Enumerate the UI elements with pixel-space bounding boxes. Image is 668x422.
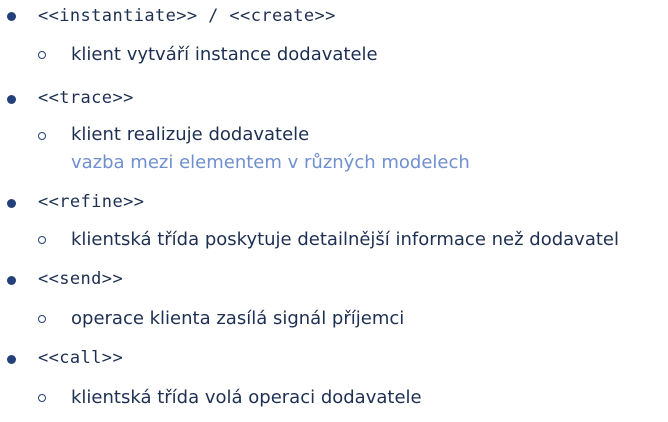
stereotype-label: <<instantiate>> / <<create>> (38, 6, 336, 26)
stereotype-description: klientská třída poskytuje detailnější in… (71, 229, 619, 250)
bullet-icon (7, 199, 16, 208)
stereotype-label: <<send>> (38, 269, 124, 289)
sub-bullet-icon (38, 236, 46, 244)
bullet-icon (7, 276, 16, 285)
stereotype-label: <<call>> (38, 348, 124, 368)
stereotype-label: <<trace>> (38, 88, 134, 108)
bullet-icon (7, 95, 16, 104)
stereotype-list: <<instantiate>> / <<create>> klient vytv… (0, 0, 668, 422)
stereotype-note: vazba mezi elementem v různých modelech (71, 152, 470, 173)
stereotype-description: klient realizuje dodavatele (71, 124, 310, 145)
sub-bullet-icon (38, 51, 46, 59)
stereotype-description: klientská třída volá operaci dodavatele (71, 387, 422, 408)
bullet-icon (7, 12, 16, 21)
sub-bullet-icon (38, 394, 46, 402)
stereotype-description: operace klienta zasílá signál příjemci (71, 308, 405, 329)
bullet-icon (7, 355, 16, 364)
sub-bullet-icon (38, 315, 46, 323)
stereotype-description: klient vytváří instance dodavatele (71, 44, 378, 65)
sub-bullet-icon (38, 132, 46, 140)
stereotype-label: <<refine>> (38, 192, 145, 212)
